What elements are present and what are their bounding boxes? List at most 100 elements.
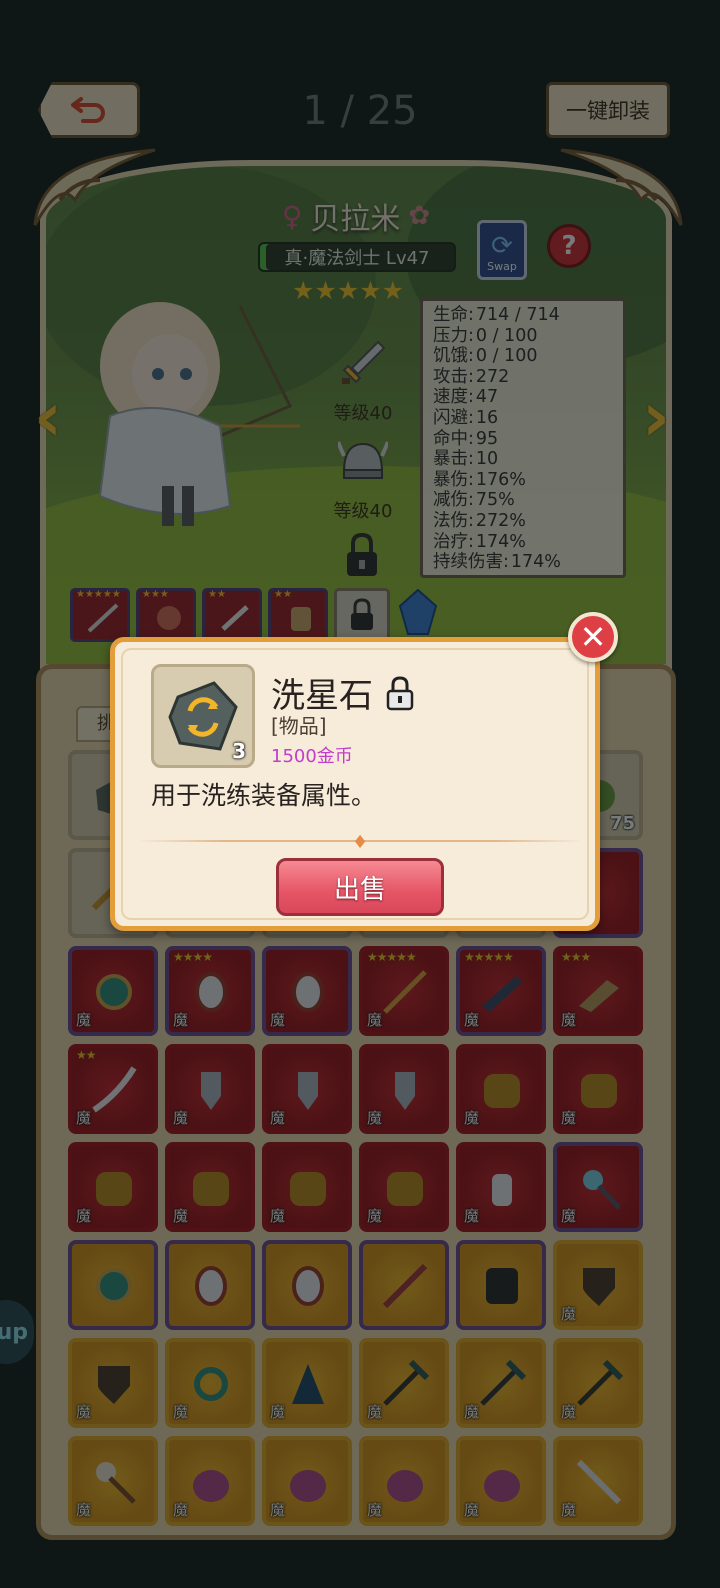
inventory-slot[interactable]: ★★★ 魔 xyxy=(553,946,643,1036)
inventory-slot[interactable]: ★★★★ 魔 xyxy=(165,946,255,1036)
inventory-slot[interactable]: 魔 xyxy=(359,1338,449,1428)
armor-slot[interactable]: 等级40 xyxy=(330,436,396,523)
weapon-slot[interactable]: 等级40 xyxy=(330,338,396,425)
inventory-slot[interactable]: 魔 xyxy=(262,946,352,1036)
inventory-slot[interactable]: ★★★★★ 魔 xyxy=(456,946,546,1036)
page-counter: 1 / 25 xyxy=(302,88,418,134)
inventory-slot[interactable]: 魔 xyxy=(456,1044,546,1134)
item-price: 1500金币 xyxy=(271,746,353,767)
inventory-slot[interactable]: 魔 xyxy=(456,1436,546,1526)
ornament-right-icon xyxy=(560,148,683,226)
prev-hero-arrow-icon[interactable]: ‹ xyxy=(34,380,74,456)
inventory-slot[interactable]: 魔 xyxy=(553,1142,643,1232)
lock-icon[interactable] xyxy=(385,675,415,711)
item-detail-popup: 3 洗星石 [物品] 1500金币 用于洗练装备属性。 ♦ 出售 xyxy=(110,637,600,931)
close-icon[interactable]: ✕ xyxy=(568,612,618,662)
shield-rune-icon xyxy=(195,972,227,1012)
shield-rune-icon xyxy=(195,1266,227,1306)
stat-row: 闪避: 16 xyxy=(433,407,499,428)
inventory-slot[interactable]: 魔 xyxy=(68,946,158,1036)
backpack-icon xyxy=(193,1172,229,1206)
inventory-slot[interactable] xyxy=(68,1240,158,1330)
inventory-slot[interactable]: 魔 xyxy=(359,1142,449,1232)
ring-icon xyxy=(194,1367,228,1401)
amulet-icon xyxy=(96,1268,132,1304)
inventory-slot[interactable] xyxy=(359,1240,449,1330)
inventory-slot[interactable]: 魔 xyxy=(456,1338,546,1428)
inventory-slot[interactable]: 魔 xyxy=(68,1338,158,1428)
inventory-slot[interactable]: 魔 xyxy=(165,1436,255,1526)
backpack-icon xyxy=(581,1074,617,1108)
inventory-slot[interactable]: ★★★★★ 魔 xyxy=(359,946,449,1036)
inventory-slot[interactable]: 魔 xyxy=(68,1142,158,1232)
inventory-slot[interactable]: 魔 xyxy=(553,1044,643,1134)
inventory-slot[interactable]: 魔 xyxy=(553,1240,643,1330)
inventory-slot[interactable]: 魔 xyxy=(262,1044,352,1134)
gun-icon xyxy=(482,976,522,1012)
hero-character-sprite xyxy=(98,302,300,526)
back-button[interactable] xyxy=(38,82,140,138)
next-hero-arrow-icon[interactable]: › xyxy=(642,380,682,456)
hero-name: 贝拉米 xyxy=(310,202,401,237)
inventory-slot[interactable]: 魔 xyxy=(68,1436,158,1526)
shield-icon xyxy=(583,1268,615,1306)
stat-row: 减伤: 75% xyxy=(433,490,515,511)
gear-icon[interactable]: ✿ xyxy=(408,201,430,231)
inventory-slot[interactable]: 魔 xyxy=(359,1044,449,1134)
backpack-icon xyxy=(290,1172,326,1206)
unequip-all-button[interactable]: 一键卸装 xyxy=(546,82,670,138)
stat-row: 持续伤害: 174% xyxy=(433,552,561,573)
backpack-icon xyxy=(96,1172,132,1206)
pouch-icon xyxy=(290,1470,326,1502)
swap-button[interactable]: ⟳ Swap xyxy=(477,220,527,280)
help-button[interactable]: ? xyxy=(547,224,591,268)
inventory-slot[interactable]: 魔 xyxy=(165,1142,255,1232)
skill-slot[interactable]: ★★★★★ xyxy=(70,588,130,642)
side-pill-button[interactable]: up xyxy=(0,1300,34,1364)
blade-icon xyxy=(87,603,119,633)
inventory-slot[interactable]: 魔 xyxy=(553,1436,643,1526)
lock-icon[interactable] xyxy=(343,532,381,578)
crest-icon xyxy=(201,1072,221,1110)
stat-row: 暴击: 10 xyxy=(433,449,499,470)
inventory-slot[interactable]: 魔 xyxy=(262,1338,352,1428)
inventory-slot[interactable]: 魔 xyxy=(359,1436,449,1526)
inventory-slot[interactable]: 魔 xyxy=(456,1142,546,1232)
inventory-slot[interactable]: 魔 xyxy=(262,1142,352,1232)
shield-icon xyxy=(98,1366,130,1404)
stat-row: 命中: 95 xyxy=(433,428,499,449)
shield-rune-icon xyxy=(292,972,324,1012)
stat-row: 攻击: 272 xyxy=(433,366,510,387)
item-description: 用于洗练装备属性。 xyxy=(151,781,377,810)
skill-lock-slot[interactable] xyxy=(334,588,390,642)
item-quantity: 3 xyxy=(232,739,246,763)
stat-row: 压力: 0 / 100 xyxy=(433,325,538,346)
backpack-icon xyxy=(484,1074,520,1108)
lock-icon xyxy=(351,598,373,630)
spear-icon xyxy=(383,970,427,1014)
skill-row: ★★★★★ ★★★ ★★ ★★ xyxy=(70,588,440,642)
amulet-icon xyxy=(96,974,132,1010)
swap-icon: ⟳ xyxy=(491,231,513,261)
inventory-slot[interactable]: ★★ 魔 xyxy=(68,1044,158,1134)
inventory-slot[interactable]: 魔 xyxy=(553,1338,643,1428)
sword-icon xyxy=(382,1263,428,1309)
item-icon-box: 3 xyxy=(151,664,255,768)
inventory-slot[interactable]: 魔 xyxy=(165,1338,255,1428)
inventory-slot[interactable] xyxy=(262,1240,352,1330)
stat-row: 暴伤: 176% xyxy=(433,469,526,490)
inventory-slot[interactable]: 魔 xyxy=(165,1044,255,1134)
inventory-slot[interactable] xyxy=(165,1240,255,1330)
sell-button[interactable]: 出售 xyxy=(276,858,444,916)
crest-icon xyxy=(395,1072,415,1110)
stat-row: 治疗: 174% xyxy=(433,531,526,552)
stat-row: 饥饿: 0 / 100 xyxy=(433,346,538,367)
crest-icon xyxy=(298,1072,318,1110)
crystal-icon[interactable] xyxy=(396,588,440,638)
inventory-slot[interactable] xyxy=(456,1240,546,1330)
gauntlet-icon xyxy=(579,980,619,1012)
skill-slot[interactable]: ★★★ xyxy=(136,588,196,642)
skill-slot[interactable]: ★★ xyxy=(202,588,262,642)
inventory-slot[interactable]: 魔 xyxy=(262,1436,352,1526)
skill-slot[interactable]: ★★ xyxy=(268,588,328,642)
